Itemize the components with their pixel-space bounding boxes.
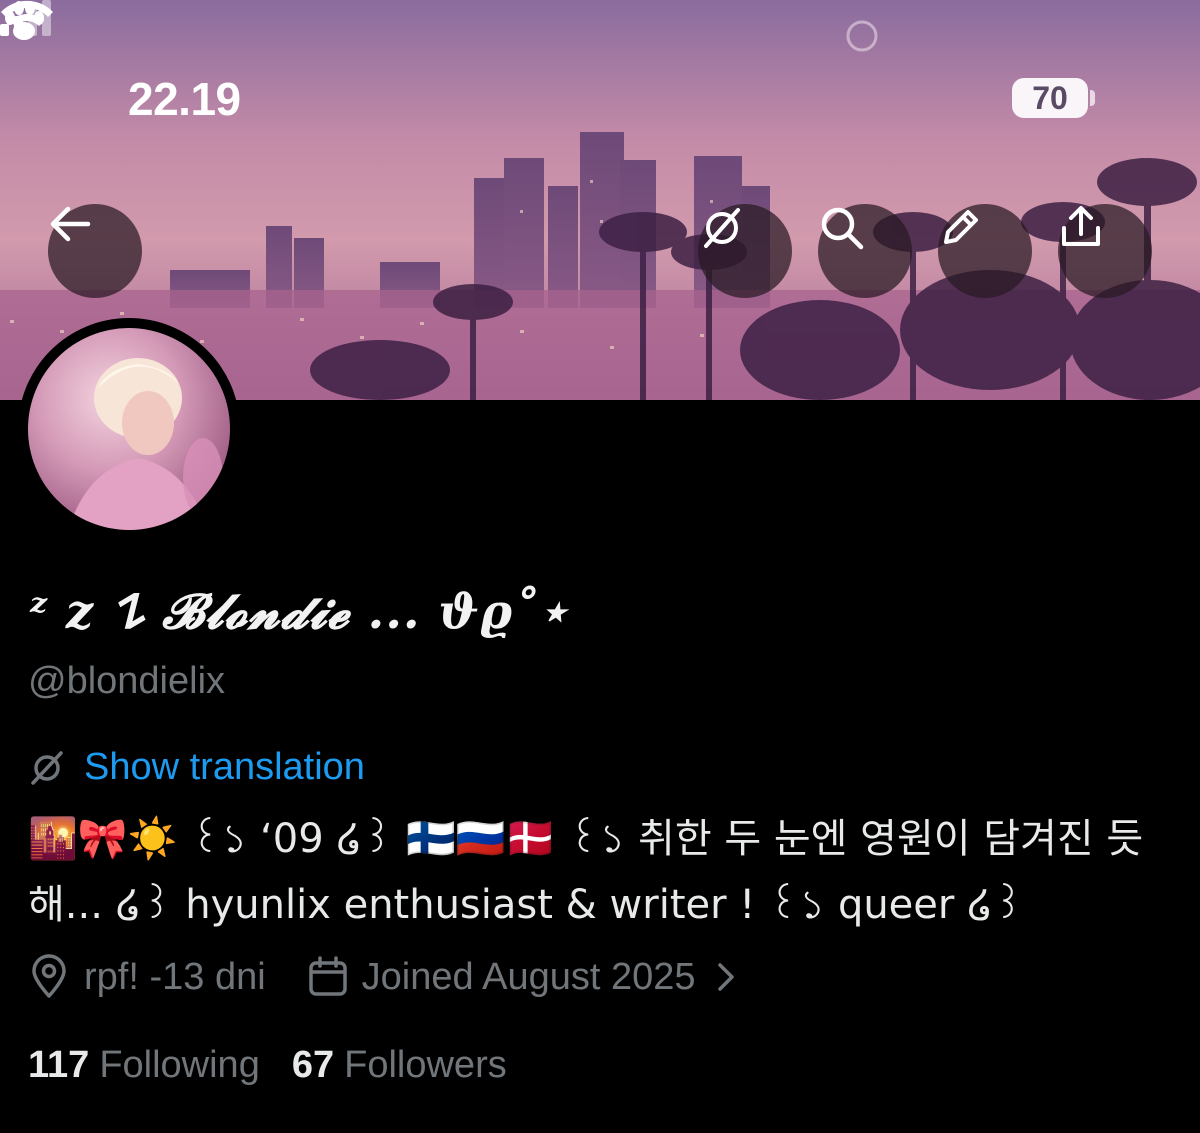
display-name: ᶻ z 𐰁 𝓑𝓵𝓸𝓷𝓭𝓲𝓮 ... ϑϱ˚⋆ [30,584,570,640]
username-handle: @blondielix [28,660,226,702]
followers-link[interactable]: 67 Followers [292,1044,507,1087]
translate-icon [704,208,740,248]
back-arrow-icon [50,206,91,242]
share-button[interactable] [1058,204,1152,298]
followers-label: Followers [344,1044,507,1086]
joined-date: Joined August 2025 [361,955,696,998]
share-icon [1062,206,1100,246]
edit-button[interactable] [938,204,1032,298]
search-icon [821,207,864,250]
following-count: 117 [28,1044,90,1086]
avatar-image [28,328,230,530]
location-text: rpf! -13 dni [84,955,266,998]
back-button[interactable] [48,204,142,298]
joined-item[interactable]: Joined August 2025 [306,955,740,999]
followers-count: 67 [291,1044,335,1086]
follow-stats: 117 Following 67 Followers [28,1044,507,1087]
wifi-icon [1,0,53,38]
battery-nub [1090,90,1095,106]
following-link[interactable]: 117 Following [28,1044,260,1087]
profile-meta: rpf! -13 dni Joined August 2025 [28,954,740,1000]
chevron-right-icon [717,963,734,991]
translate-icon [31,750,63,785]
calendar-icon [308,956,347,996]
profile-bio: 🌇🎀☀️ ꒰১ ‘09 ໒꒱ 🇫🇮🇷🇺🇩🇰 ꒰১ 취한 두 눈엔 영원이 담겨진… [28,816,1144,928]
location-pin-icon [32,954,66,998]
location-item: rpf! -13 dni [28,954,266,1000]
battery-level: 70 [1012,78,1088,118]
show-translation-link[interactable]: Show translation [84,746,365,789]
status-time: 22.19 [128,73,241,125]
translate-button[interactable] [698,204,792,298]
avatar[interactable] [18,318,240,540]
show-translation-row[interactable]: Show translation [28,746,365,789]
pencil-icon [944,210,978,244]
search-button[interactable] [818,204,912,298]
following-label: Following [99,1044,260,1086]
